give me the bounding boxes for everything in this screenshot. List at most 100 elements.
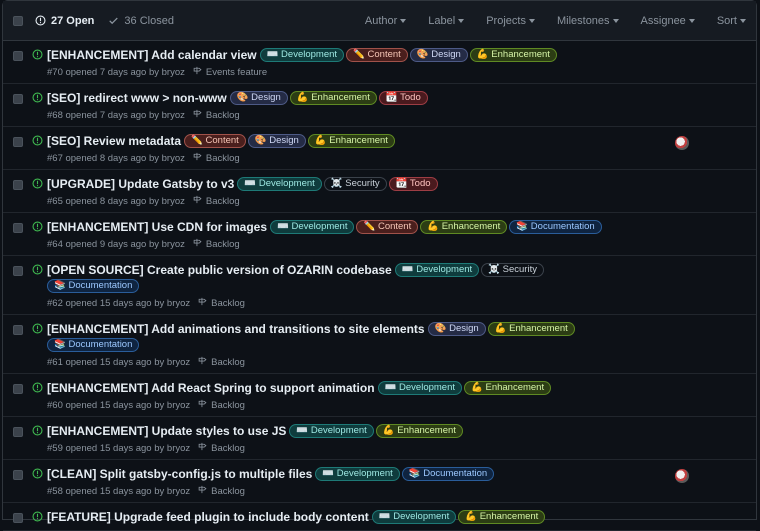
label-content[interactable]: ✏️ Content: [346, 48, 408, 62]
issue-meta: #60 opened 15 days ago by bryoz Backlog: [47, 399, 756, 411]
milestone-link[interactable]: Backlog: [198, 399, 245, 411]
issue-title-link[interactable]: [ENHANCEMENT] Add calendar view: [47, 47, 257, 63]
issue-row[interactable]: [CLEAN] Split gatsby-config.js to multip…: [3, 460, 756, 503]
projects-filter-label: Projects: [486, 14, 526, 27]
label-design[interactable]: 🎨 Design: [427, 322, 486, 336]
open-issues-filter[interactable]: 27 Open: [35, 15, 94, 27]
issue-row[interactable]: [ENHANCEMENT] Add calendar view ⌨️ Devel…: [3, 41, 756, 84]
projects-filter[interactable]: Projects: [486, 15, 535, 27]
issue-checkbox[interactable]: [13, 427, 23, 437]
milestone-link[interactable]: Backlog: [198, 485, 245, 497]
issue-checkbox[interactable]: [13, 325, 23, 335]
issue-title-line: [ENHANCEMENT] Add calendar view ⌨️ Devel…: [47, 47, 607, 63]
label-documentation[interactable]: 📚 Documentation: [401, 467, 495, 481]
milestone-link[interactable]: Backlog: [198, 442, 245, 454]
label-documentation[interactable]: 📚 Documentation: [509, 220, 602, 234]
milestone-link[interactable]: Backlog: [193, 152, 240, 164]
label-design[interactable]: 🎨 Design: [229, 91, 288, 105]
issue-meta-text: #70 opened 7 days ago by bryoz: [47, 66, 185, 78]
issue-title-link[interactable]: [SEO] redirect www > non-www: [47, 90, 227, 106]
issue-row[interactable]: [SEO] redirect www > non-www 🎨 Design 💪 E…: [3, 84, 756, 127]
author-filter[interactable]: Author: [365, 15, 407, 27]
issue-checkbox[interactable]: [13, 51, 23, 61]
label-enhancement[interactable]: 💪 Enhancement: [375, 424, 463, 438]
label-enhancement[interactable]: 💪 Enhancement: [420, 220, 508, 234]
milestone-link[interactable]: Backlog: [193, 109, 240, 121]
label-enhancement[interactable]: 💪 Enhancement: [464, 381, 552, 395]
sort-filter[interactable]: Sort: [717, 15, 746, 27]
label-filter[interactable]: Label: [428, 14, 465, 27]
issue-checkbox[interactable]: [13, 266, 23, 276]
closed-issues-filter[interactable]: 36 Closed: [108, 15, 174, 27]
issue-title-link[interactable]: [ENHANCEMENT] Add animations and transit…: [47, 321, 425, 337]
issue-title-link[interactable]: [UPGRADE] Update Gatsby to v3: [47, 176, 234, 192]
issue-row[interactable]: [ENHANCEMENT] Add React Spring to suppor…: [3, 374, 756, 417]
label-development[interactable]: ⌨️ Development: [371, 510, 457, 524]
issue-title-line: [SEO] Review metadata ✏️ Content 🎨 Design…: [47, 133, 607, 149]
label-enhancement[interactable]: 💪 Enhancement: [469, 48, 557, 62]
select-all-checkbox[interactable]: [13, 15, 23, 26]
label-content[interactable]: ✏️ Content: [184, 134, 246, 148]
issue-checkbox[interactable]: [13, 223, 23, 233]
issue-title-link[interactable]: [ENHANCEMENT] Use CDN for images: [47, 219, 267, 235]
issue-checkbox[interactable]: [13, 94, 23, 104]
issue-row[interactable]: [FEATURE] Upgrade feed plugin to include…: [3, 503, 756, 531]
label-development[interactable]: ⌨️ Development: [259, 48, 345, 62]
assignee-filter[interactable]: Assignee: [641, 15, 695, 27]
label-todo[interactable]: 📆 Todo: [388, 177, 438, 191]
assignee-avatar[interactable]: [675, 136, 689, 150]
issue-meta: #62 opened 15 days ago by bryoz Backlog: [47, 297, 756, 309]
issue-title-link[interactable]: [CLEAN] Split gatsby-config.js to multip…: [47, 466, 312, 482]
label-enhancement[interactable]: 💪 Enhancement: [307, 134, 395, 148]
label-todo[interactable]: 📆 Todo: [378, 91, 428, 105]
milestone-link[interactable]: Backlog: [193, 195, 240, 207]
label-development[interactable]: ⌨️ Development: [315, 467, 400, 481]
issue-checkbox[interactable]: [13, 470, 23, 480]
issue-checkbox[interactable]: [13, 137, 23, 147]
assignee-avatar[interactable]: [675, 469, 689, 483]
label-enhancement[interactable]: 💪 Enhancement: [458, 510, 546, 524]
issue-title-link[interactable]: [SEO] Review metadata: [47, 133, 181, 149]
issue-checkbox[interactable]: [13, 384, 23, 394]
issue-checkbox[interactable]: [13, 180, 23, 190]
issue-meta-text: #64 opened 9 days ago by bryoz: [47, 238, 185, 250]
label-documentation[interactable]: 📚 Documentation: [47, 279, 140, 293]
label-development[interactable]: ⌨️ Development: [237, 177, 322, 191]
issue-meta-text: #68 opened 7 days ago by bryoz: [47, 109, 185, 121]
label-security[interactable]: ☠️ Security: [481, 263, 544, 277]
issue-row[interactable]: [OPEN SOURCE] Create public version of O…: [3, 256, 756, 315]
issue-meta-text: #61 opened 15 days ago by bryoz: [47, 356, 191, 368]
label-filter-label: Label: [428, 14, 456, 27]
label-design[interactable]: 🎨 Design: [409, 48, 468, 62]
label-development[interactable]: ⌨️ Development: [377, 381, 463, 395]
issue-title-link[interactable]: [OPEN SOURCE] Create public version of O…: [47, 262, 392, 278]
issue-row[interactable]: [UPGRADE] Update Gatsby to v3 ⌨️ Develop…: [3, 170, 756, 213]
label-development[interactable]: ⌨️ Development: [270, 220, 355, 234]
issue-title-line: [UPGRADE] Update Gatsby to v3 ⌨️ Develop…: [47, 176, 607, 192]
label-security[interactable]: ☠️ Security: [323, 177, 387, 191]
issue-title-link[interactable]: [ENHANCEMENT] Add React Spring to suppor…: [47, 380, 375, 396]
label-enhancement[interactable]: 💪 Enhancement: [487, 322, 575, 336]
label-development[interactable]: ⌨️ Development: [289, 424, 374, 438]
label-design[interactable]: 🎨 Design: [247, 134, 306, 148]
issue-meta: #68 opened 7 days ago by bryoz Backlog: [47, 109, 756, 121]
issue-row[interactable]: [ENHANCEMENT] Add animations and transit…: [3, 315, 756, 374]
issue-meta-text: #60 opened 15 days ago by bryoz: [47, 399, 191, 411]
issue-meta: #58 opened 15 days ago by bryoz Backlog: [47, 485, 756, 497]
issue-row[interactable]: [ENHANCEMENT] Update styles to use JS ⌨️…: [3, 417, 756, 460]
issue-title-link[interactable]: [ENHANCEMENT] Update styles to use JS: [47, 423, 286, 439]
issue-checkbox[interactable]: [13, 513, 23, 523]
milestone-link[interactable]: Backlog: [198, 356, 245, 368]
milestone-link[interactable]: Backlog: [198, 297, 245, 309]
milestone-icon: [198, 399, 211, 411]
label-content[interactable]: ✏️ Content: [356, 220, 419, 234]
label-documentation[interactable]: 📚 Documentation: [47, 338, 140, 352]
issue-row[interactable]: [SEO] Review metadata ✏️ Content 🎨 Design…: [3, 127, 756, 170]
issue-row[interactable]: [ENHANCEMENT] Use CDN for images ⌨️ Deve…: [3, 213, 756, 256]
milestone-link[interactable]: Backlog: [193, 238, 240, 250]
milestone-link[interactable]: Events feature: [193, 66, 267, 78]
milestones-filter[interactable]: Milestones: [557, 15, 619, 27]
issue-title-link[interactable]: [FEATURE] Upgrade feed plugin to include…: [47, 509, 369, 525]
label-enhancement[interactable]: 💪 Enhancement: [289, 91, 377, 105]
label-development[interactable]: ⌨️ Development: [394, 263, 480, 277]
